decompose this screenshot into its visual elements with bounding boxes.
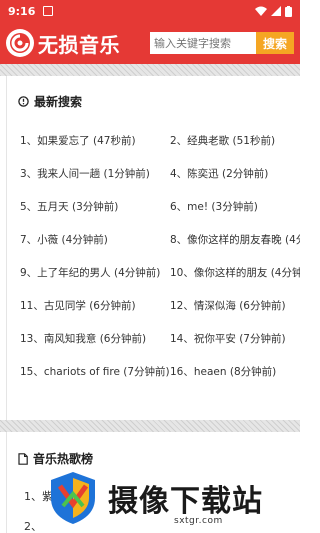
- recent-search-item[interactable]: 2、经典老歌 (51秒前): [170, 133, 300, 148]
- recent-search-item[interactable]: 5、五月天 (3分钟前): [20, 199, 170, 214]
- watermark-title: 摄像下载站: [108, 483, 263, 519]
- separator-stripe: [0, 420, 300, 432]
- recent-search-item[interactable]: 13、南风知我意 (6分钟前): [20, 331, 170, 346]
- signal-icon: [271, 6, 281, 16]
- recent-search-item[interactable]: 10、像你这样的朋友 (4分钟: [170, 265, 300, 280]
- recent-searches-heading: 最新搜索: [18, 93, 82, 110]
- search-row: 13、南风知我意 (6分钟前) 14、祝你平安 (7分钟前): [20, 322, 300, 355]
- search-row: 11、古见同学 (6分钟前) 12、情深似海 (6分钟前): [20, 289, 300, 322]
- watermark: 摄像下载站 sxtgr.com: [48, 462, 300, 533]
- search-row: 1、如果爱忘了 (47秒前) 2、经典老歌 (51秒前): [20, 124, 300, 157]
- recent-search-item[interactable]: 16、heaen (8分钟前): [170, 364, 300, 379]
- wifi-icon: [255, 6, 267, 16]
- recent-search-item[interactable]: 9、上了年纪的男人 (4分钟前): [20, 265, 170, 280]
- search-row: 7、小薇 (4分钟前) 8、像你这样的朋友春晚 (4分: [20, 223, 300, 256]
- search-button[interactable]: 搜索: [256, 32, 294, 54]
- recent-search-item[interactable]: 3、我来人间一趟 (1分钟前): [20, 166, 170, 181]
- search-row: 15、chariots of fire (7分钟前) 16、heaen (8分钟…: [20, 355, 300, 388]
- watermark-logo-icon: [51, 471, 95, 524]
- status-bar: 9:16: [0, 0, 300, 22]
- watermark-url: sxtgr.com: [174, 516, 223, 526]
- clock-icon: [18, 96, 29, 107]
- recent-search-item[interactable]: 1、如果爱忘了 (47秒前): [20, 133, 170, 148]
- recent-search-item[interactable]: 7、小薇 (4分钟前): [20, 232, 170, 247]
- search-box: 搜索: [150, 32, 294, 54]
- recent-search-item[interactable]: 6、me! (3分钟前): [170, 199, 300, 214]
- app-logo-icon: [6, 29, 34, 57]
- separator-stripe: [0, 64, 300, 76]
- search-row: 3、我来人间一趟 (1分钟前) 4、陈奕迅 (2分钟前): [20, 157, 300, 190]
- search-row: 5、五月天 (3分钟前) 6、me! (3分钟前): [20, 190, 300, 223]
- recent-search-item[interactable]: 4、陈奕迅 (2分钟前): [170, 166, 300, 181]
- document-icon: [18, 452, 28, 465]
- search-input[interactable]: [150, 32, 256, 54]
- recent-search-item[interactable]: 14、祝你平安 (7分钟前): [170, 331, 300, 346]
- recent-search-item[interactable]: 8、像你这样的朋友春晚 (4分: [170, 232, 300, 247]
- app-title: 无损音乐: [38, 32, 120, 57]
- notification-icon: [43, 6, 54, 16]
- recent-search-item[interactable]: 15、chariots of fire (7分钟前): [20, 364, 170, 379]
- battery-icon: [285, 5, 292, 17]
- status-time: 9:16: [8, 4, 36, 18]
- recent-searches-list: 1、如果爱忘了 (47秒前) 2、经典老歌 (51秒前) 3、我来人间一趟 (1…: [20, 124, 300, 388]
- recent-search-item[interactable]: 11、古见同学 (6分钟前): [20, 298, 170, 313]
- recent-searches-title: 最新搜索: [34, 95, 83, 109]
- recent-search-item[interactable]: 12、情深似海 (6分钟前): [170, 298, 300, 313]
- search-row: 9、上了年纪的男人 (4分钟前) 10、像你这样的朋友 (4分钟: [20, 256, 300, 289]
- app-header: 无损音乐 搜索: [0, 22, 300, 64]
